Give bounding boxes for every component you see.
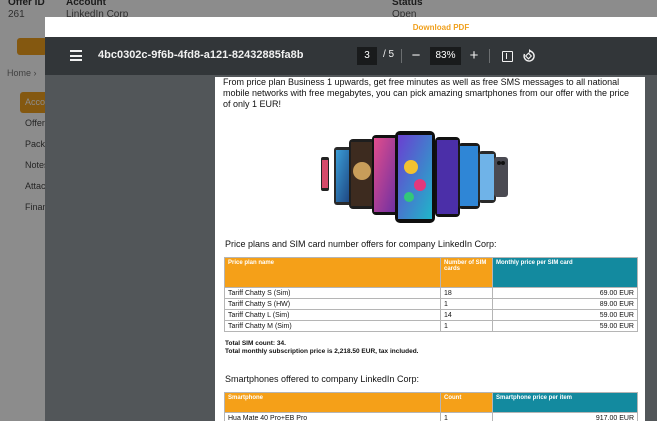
toolbar-divider — [401, 49, 402, 63]
table-cell: Tariff Chatty L (Sim) — [224, 309, 441, 321]
rotate-icon[interactable] — [522, 49, 536, 63]
table-cell: 1 — [440, 298, 493, 310]
table-row: Tariff Chatty M (Sim) 1 59.00 EUR — [224, 320, 638, 332]
column-header: Monthly price per SIM card — [492, 257, 638, 288]
column-header: Smartphone — [224, 392, 441, 413]
total-pages: / 5 — [383, 49, 395, 60]
intro-text: From price plan Business 1 upwards, get … — [223, 77, 630, 109]
plans-table: Price plan name Number of SIM cards Mont… — [224, 257, 638, 332]
sim-count-text: Total SIM count: 34. — [225, 340, 286, 347]
pdf-viewer: 4bc0302c-9f6b-4fd8-a121-82432885fa8b 3 /… — [45, 37, 657, 421]
table-cell: 1 — [440, 412, 493, 421]
page-number-input[interactable]: 3 — [357, 47, 377, 65]
zoom-input[interactable]: 83% — [430, 47, 461, 65]
table-cell: 14 — [440, 309, 493, 321]
table-row: Tariff Chatty L (Sim) 14 59.00 EUR — [224, 309, 638, 321]
table-cell: Tariff Chatty S (HW) — [224, 298, 441, 310]
table-cell: Tariff Chatty M (Sim) — [224, 320, 441, 332]
table-cell: 18 — [440, 287, 493, 299]
table-cell: Hua Mate 40 Pro+EB Pro — [224, 412, 441, 421]
monthly-total-text: Total monthly subscription price is 2,21… — [225, 348, 419, 355]
plans-section-title: Price plans and SIM card number offers f… — [225, 239, 497, 249]
pdf-toolbar: 4bc0302c-9f6b-4fd8-a121-82432885fa8b 3 /… — [45, 37, 657, 75]
table-header-row: Smartphone Count Smartphone price per it… — [224, 392, 638, 413]
document-title: 4bc0302c-9f6b-4fd8-a121-82432885fa8b — [98, 49, 304, 61]
toolbar-divider — [489, 49, 490, 63]
table-row: Tariff Chatty S (HW) 1 89.00 EUR — [224, 298, 638, 310]
table-cell: 917.00 EUR — [492, 412, 638, 421]
download-bar: Download PDF — [45, 17, 657, 37]
pdf-page: From price plan Business 1 upwards, get … — [215, 77, 645, 421]
table-header-row: Price plan name Number of SIM cards Mont… — [224, 257, 638, 288]
phones-section-title: Smartphones offered to company LinkedIn … — [225, 374, 419, 384]
table-cell: 59.00 EUR — [492, 309, 638, 321]
zoom-out-icon[interactable]: − — [409, 45, 423, 67]
table-row: Tariff Chatty S (Sim) 18 69.00 EUR — [224, 287, 638, 299]
column-header: Price plan name — [224, 257, 441, 288]
download-pdf-link[interactable]: Download PDF — [233, 18, 469, 38]
table-row: Hua Mate 40 Pro+EB Pro 1 917.00 EUR — [224, 412, 638, 421]
pdf-modal: Download PDF 4bc0302c-9f6b-4fd8-a121-824… — [45, 17, 657, 421]
zoom-in-icon[interactable]: + — [467, 45, 481, 67]
total-summary: Total SIM count: 34. Total monthly subsc… — [225, 340, 418, 356]
table-cell: 69.00 EUR — [492, 287, 638, 299]
column-header: Number of SIM cards — [440, 257, 493, 288]
table-cell: 1 — [440, 320, 493, 332]
phones-table: Smartphone Count Smartphone price per it… — [224, 392, 638, 421]
column-header: Count — [440, 392, 493, 413]
fit-to-page-icon[interactable] — [502, 51, 513, 62]
table-cell: Tariff Chatty S (Sim) — [224, 287, 441, 299]
column-header: Smartphone price per item — [492, 392, 638, 413]
table-cell: 59.00 EUR — [492, 320, 638, 332]
smartphones-image — [321, 131, 508, 223]
menu-icon[interactable] — [70, 50, 82, 61]
table-cell: 89.00 EUR — [492, 298, 638, 310]
